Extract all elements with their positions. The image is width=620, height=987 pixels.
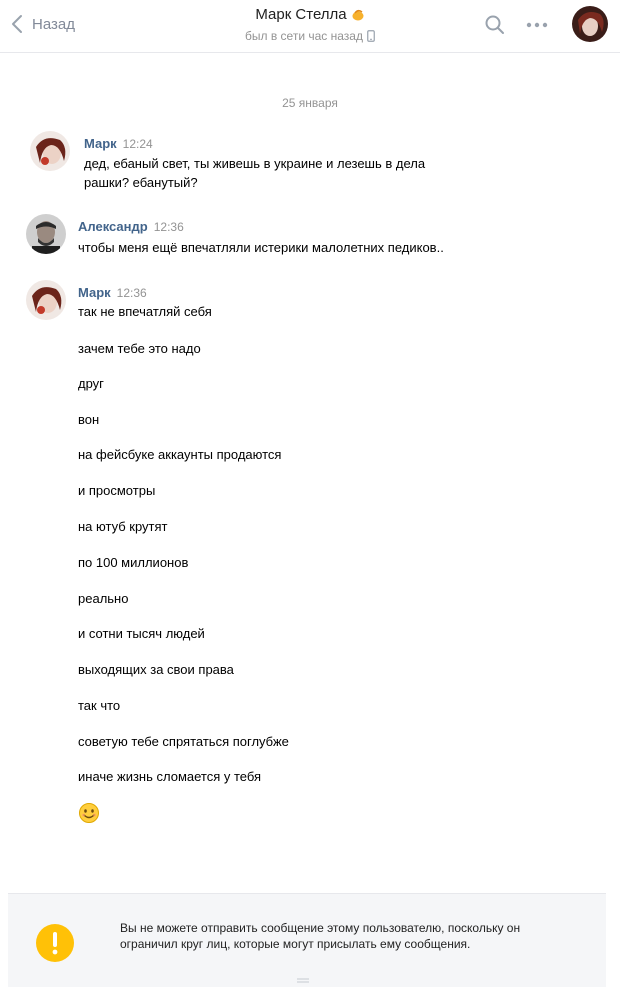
restriction-notice: Вы не можете отправить сообщение этому п… bbox=[8, 893, 606, 987]
more-dots-icon[interactable] bbox=[524, 14, 550, 36]
message-line: зачем тебе это надо bbox=[78, 341, 201, 356]
message-time: 12:24 bbox=[122, 137, 153, 151]
avatar[interactable] bbox=[26, 214, 66, 254]
message-line: на ютуб крутят bbox=[78, 519, 168, 534]
lemon-emoji-icon bbox=[352, 9, 364, 20]
message-time: 12:36 bbox=[116, 286, 147, 300]
avatar-image bbox=[572, 6, 608, 42]
author-name[interactable]: Марк bbox=[84, 136, 117, 151]
message-line: советую тебе спрятаться поглубже bbox=[78, 734, 289, 749]
avatar-image bbox=[26, 280, 66, 320]
message-header: Александр 12:36 bbox=[78, 218, 184, 236]
author-name[interactable]: Александр bbox=[78, 219, 148, 234]
message-line: на фейсбуке аккаунты продаются bbox=[78, 447, 282, 462]
message-line: по 100 миллионов bbox=[78, 555, 189, 570]
message-line: друг bbox=[78, 376, 104, 391]
message-line: так не впечатляй себя bbox=[78, 304, 212, 319]
date-separator: 25 января bbox=[282, 96, 338, 110]
chat-title-text: Марк Стелла bbox=[255, 6, 347, 23]
avatar-image bbox=[26, 214, 66, 254]
message-line: дед, ебаный свет, ты живешь в украине и … bbox=[84, 156, 426, 171]
message-line: рашки? ебанутый? bbox=[84, 175, 198, 190]
message-time: 12:36 bbox=[153, 220, 184, 234]
online-status: был в сети час назад bbox=[245, 29, 375, 43]
message-line: так что bbox=[78, 698, 121, 713]
online-status-text: был в сети час назад bbox=[245, 29, 363, 43]
author-name[interactable]: Марк bbox=[78, 285, 111, 300]
mobile-phone-icon bbox=[367, 30, 375, 42]
avatar[interactable] bbox=[30, 131, 70, 171]
message-line: иначе жизнь сломается у тебя bbox=[78, 769, 262, 784]
search-icon[interactable] bbox=[484, 14, 506, 36]
restriction-notice-text: Вы не можете отправить сообщение этому п… bbox=[120, 921, 521, 951]
message-line: и просмотры bbox=[78, 483, 156, 498]
message-line: чтобы меня ещё впечатляли истерики малол… bbox=[78, 240, 444, 255]
avatar-image bbox=[30, 131, 70, 171]
chat-header: Назад Марк Стелла был в сети час назад bbox=[0, 0, 620, 53]
message-text: чтобы меня ещё впечатляли истерики малол… bbox=[78, 238, 444, 257]
smiling-face-emoji bbox=[79, 803, 99, 823]
warning-icon bbox=[36, 924, 74, 962]
chat-title[interactable]: Марк Стелла bbox=[255, 6, 364, 23]
avatar[interactable] bbox=[26, 280, 66, 320]
message-line: и сотни тысяч людей bbox=[78, 626, 205, 641]
message-line: вон bbox=[78, 412, 100, 427]
message-line: выходящих за свои права bbox=[78, 662, 234, 677]
contact-avatar[interactable] bbox=[572, 6, 608, 42]
drag-handle-icon[interactable] bbox=[297, 978, 309, 983]
message-line: реально bbox=[78, 591, 129, 606]
message-text: дед, ебаный свет, ты живешь в украине и … bbox=[84, 154, 425, 192]
message-header: Марк 12:36 bbox=[78, 284, 147, 302]
message-header: Марк 12:24 bbox=[84, 135, 153, 153]
